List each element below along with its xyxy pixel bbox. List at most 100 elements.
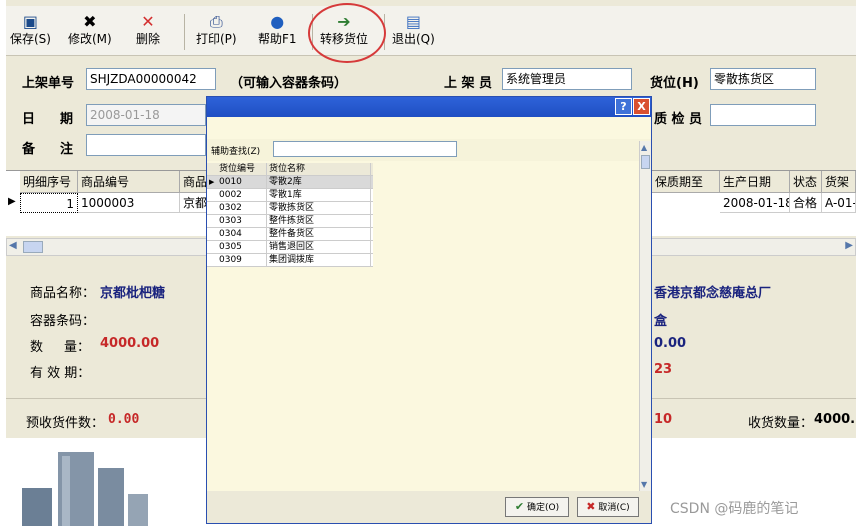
help-button[interactable]: ● 帮助F1 <box>258 12 297 46</box>
col-header-prod-date[interactable]: 生产日期 <box>720 171 790 193</box>
toolbar-separator <box>184 14 185 50</box>
current-row-icon: ▶ <box>8 196 16 207</box>
right-qty-value: 0.00 <box>654 336 687 351</box>
watermark: CSDN @码鹿的笔记 <box>670 501 799 517</box>
location-name: 零散1库 <box>267 189 371 202</box>
container-hint: （可输入容器条码） <box>230 76 348 91</box>
container-barcode-label: 容器条码： <box>30 314 96 329</box>
location-name: 销售退回区 <box>267 241 371 254</box>
location-name: 集团调拨库 <box>267 254 371 267</box>
shelver-field[interactable]: 系统管理员 <box>502 68 632 90</box>
received-label: 收货数量： <box>748 416 814 431</box>
precount-value: 0.00 <box>108 412 140 427</box>
list-item[interactable]: 0309 集团调拨库 <box>207 254 373 267</box>
col-header-seq[interactable]: 明细序号 <box>20 171 78 193</box>
list-item[interactable]: 0304 整件备货区 <box>207 228 373 241</box>
check-icon: ✔ <box>514 500 525 513</box>
location-code: 0304 <box>217 228 267 241</box>
printer-icon: ⎙ <box>209 12 223 31</box>
date-field[interactable]: 2008-01-18 <box>86 104 206 126</box>
current-row-icon: ▶ <box>209 178 215 186</box>
location-label: 货位(H) <box>650 76 699 91</box>
list-item[interactable]: 0302 零散拣货区 <box>207 202 373 215</box>
location-list: 货位编号 货位名称 ▶ 0010 零散2库 0002 零散1库 0302 零散拣… <box>207 163 373 267</box>
note-label-part2: 注 <box>60 142 74 157</box>
scroll-left-icon[interactable]: ◀ <box>9 240 17 251</box>
location-code: 0303 <box>217 215 267 228</box>
table-row-code[interactable]: 1000003 <box>78 193 180 213</box>
dialog-close-button[interactable]: X <box>633 98 650 115</box>
cancel-button[interactable]: ✖ 取消(C) <box>577 497 639 517</box>
edit-button[interactable]: ✖ 修改(M) <box>68 12 112 46</box>
location-code: 0305 <box>217 241 267 254</box>
search-bar: 辅助查找(Z) <box>207 139 651 161</box>
date-label-part1: 日 <box>22 112 36 127</box>
floppy-icon: ▣ <box>22 12 39 31</box>
dialog-vertical-scrollbar[interactable]: ▲ ▼ <box>639 141 651 491</box>
col-header-status[interactable]: 状态 <box>790 171 822 193</box>
table-row-shelf[interactable]: A-01- <box>822 193 856 213</box>
location-code: 0309 <box>217 254 267 267</box>
shelver-label: 上 架 员 <box>444 76 493 91</box>
dialog-help-button[interactable]: ? <box>615 98 632 115</box>
scroll-down-icon[interactable]: ▼ <box>641 480 647 489</box>
help-icon: ● <box>270 12 285 31</box>
exit-button[interactable]: ▤ 退出(Q) <box>392 12 435 46</box>
right-count-value: 10 <box>654 412 673 427</box>
col-header-location-name[interactable]: 货位名称 <box>267 163 371 176</box>
date-label-part2: 期 <box>60 112 74 127</box>
manufacturer-value: 香港京都念慈庵总厂 <box>654 286 772 301</box>
save-button[interactable]: ▣ 保存(S) <box>10 12 51 46</box>
list-item[interactable]: ▶ 0010 零散2库 <box>207 176 373 189</box>
delete-button[interactable]: ✕ 删除 <box>136 12 160 46</box>
exit-icon: ▤ <box>405 12 421 31</box>
table-row-status[interactable]: 合格 <box>790 193 822 213</box>
note-label-part1: 备 <box>22 142 36 157</box>
city-buildings-image <box>0 438 206 526</box>
right-num-value: 23 <box>654 362 673 377</box>
highlight-circle <box>308 3 386 63</box>
ok-button[interactable]: ✔ 确定(O) <box>505 497 569 517</box>
search-label: 辅助查找(Z) <box>211 147 261 157</box>
dialog-body: 辅助查找(Z) 货位编号 货位名称 ▶ 0010 零散2库 0002 零散1库 … <box>207 117 651 491</box>
quantity-label-part2: 量： <box>64 340 91 355</box>
expiry-label: 有 效 期： <box>30 366 91 381</box>
col-header-expiry[interactable]: 保质期至 <box>652 171 720 193</box>
list-item[interactable]: 0002 零散1库 <box>207 189 373 202</box>
shelf-no-label: 上架单号 <box>22 76 75 91</box>
note-field[interactable] <box>86 134 206 156</box>
qc-label: 质 检 员 <box>654 112 703 127</box>
location-name: 零散拣货区 <box>267 202 371 215</box>
precount-label: 预收货件数： <box>26 416 105 431</box>
dialog-footer: ✔ 确定(O) ✖ 取消(C) <box>207 491 651 523</box>
col-header-location-code[interactable]: 货位编号 <box>217 163 267 176</box>
location-code: 0302 <box>217 202 267 215</box>
table-row-seq[interactable]: 1 <box>20 193 78 213</box>
product-name-value: 京都枇杷糖 <box>100 286 166 301</box>
scroll-thumb[interactable] <box>23 241 43 253</box>
scroll-up-icon[interactable]: ▲ <box>641 143 647 152</box>
shelf-no-field[interactable]: SHJZDA00000042 <box>86 68 216 90</box>
location-field[interactable]: 零散拣货区 <box>710 68 816 90</box>
location-name: 整件拣货区 <box>267 215 371 228</box>
received-value: 4000. <box>814 412 856 427</box>
close-icon: ✖ <box>586 500 596 513</box>
location-select-dialog: ? X 辅助查找(Z) 货位编号 货位名称 ▶ 0010 零散2库 0002 零… <box>206 96 652 524</box>
scroll-thumb[interactable] <box>641 155 650 169</box>
list-item[interactable]: 0305 销售退回区 <box>207 241 373 254</box>
qc-field[interactable] <box>710 104 816 126</box>
col-header-shelf[interactable]: 货架 <box>822 171 856 193</box>
col-header-code[interactable]: 商品编号 <box>78 171 180 193</box>
delete-icon: ✕ <box>141 12 155 31</box>
search-input[interactable] <box>273 141 457 157</box>
location-name: 零散2库 <box>267 176 371 189</box>
location-code: 0010 <box>217 176 267 189</box>
list-item[interactable]: 0303 整件拣货区 <box>207 215 373 228</box>
scroll-right-icon[interactable]: ▶ <box>845 240 853 251</box>
location-list-header: 货位编号 货位名称 <box>207 163 373 176</box>
tools-icon: ✖ <box>83 12 97 31</box>
table-row-prod-date[interactable]: 2008-01-18 <box>720 193 790 213</box>
dialog-titlebar[interactable]: ? X <box>207 97 651 117</box>
quantity-value: 4000.00 <box>100 336 160 351</box>
print-button[interactable]: ⎙ 打印(P) <box>196 12 237 46</box>
